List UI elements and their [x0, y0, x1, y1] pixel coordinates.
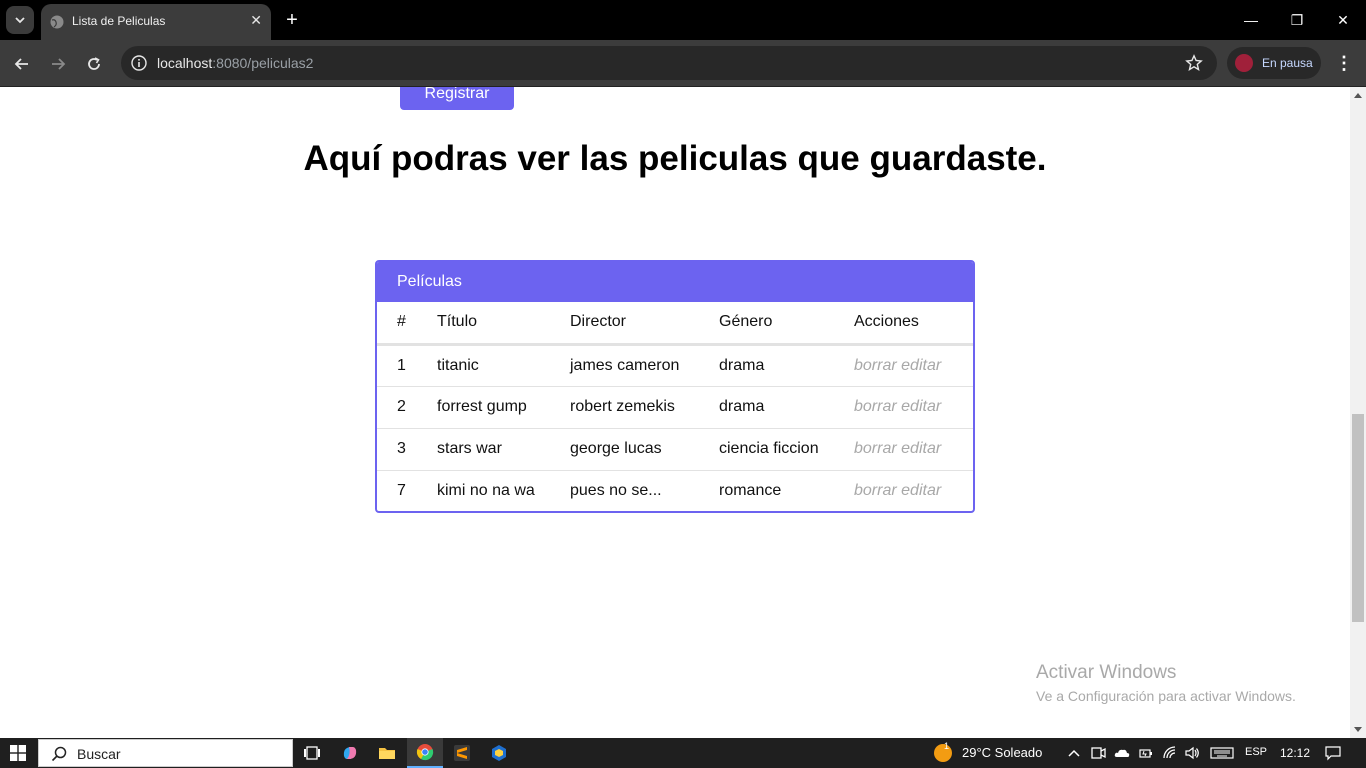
- battery-plug-icon[interactable]: [1138, 745, 1154, 761]
- site-info-icon[interactable]: [130, 54, 148, 72]
- row-director: robert zemekis: [550, 386, 699, 429]
- delete-link[interactable]: borrar: [854, 482, 897, 499]
- virtualbox-icon[interactable]: [481, 738, 517, 768]
- table-header-row: # Título Director Género Acciones: [377, 302, 973, 346]
- volume-icon[interactable]: [1184, 745, 1200, 761]
- search-placeholder: Buscar: [77, 746, 121, 762]
- close-window-button[interactable]: ✕: [1320, 0, 1366, 40]
- row-actions: borrar editar: [834, 344, 973, 387]
- edit-link[interactable]: editar: [901, 440, 941, 457]
- row-actions: borrar editar: [834, 470, 973, 511]
- delete-link[interactable]: borrar: [854, 357, 897, 374]
- column-header-genre: Género: [699, 302, 834, 346]
- sublime-text-icon[interactable]: [444, 738, 480, 768]
- tab-strip: Lista de Peliculas ✕ + — ❐ ✕: [0, 0, 1366, 40]
- avatar: [1235, 54, 1253, 72]
- url-text: localhost:8080/peliculas2: [157, 55, 314, 71]
- meet-icon[interactable]: [1090, 745, 1106, 761]
- movies-table: # Título Director Género Acciones 1 tita…: [377, 302, 973, 511]
- scroll-down-icon[interactable]: [1354, 727, 1362, 732]
- row-number: 2: [377, 386, 417, 429]
- windows-activation-watermark: Activar Windows Ve a Configuración para …: [1036, 662, 1296, 704]
- task-view-icon[interactable]: [294, 738, 330, 768]
- row-genre: romance: [719, 482, 782, 500]
- onedrive-icon[interactable]: [1114, 745, 1130, 761]
- weather-text[interactable]: 29°C Soleado: [962, 745, 1042, 760]
- tab-title: Lista de Peliculas: [72, 14, 166, 28]
- chevron-up-icon[interactable]: [1066, 745, 1082, 761]
- row-title: kimi no na wa: [437, 482, 535, 500]
- row-number: 1: [377, 344, 417, 387]
- watermark-subtitle: Ve a Configuración para activar Windows.: [1036, 688, 1296, 704]
- register-button[interactable]: Registrar: [400, 87, 514, 110]
- profile-status: En pausa: [1262, 56, 1313, 70]
- row-actions: borrar editar: [834, 428, 973, 471]
- row-actions: borrar editar: [834, 386, 973, 429]
- edit-link[interactable]: editar: [901, 398, 941, 415]
- browser-menu-icon[interactable]: ⋮: [1334, 52, 1354, 76]
- row-number: 7: [397, 482, 406, 500]
- table-row: 1 titanic james cameron drama borrar edi…: [377, 344, 973, 387]
- page-viewport: Registrar Aquí podras ver las peliculas …: [0, 87, 1350, 738]
- minimize-button[interactable]: —: [1228, 0, 1274, 40]
- table-row: 3 stars war george lucas ciencia ficcion…: [377, 428, 973, 471]
- weather-sun-icon[interactable]: [933, 743, 953, 763]
- row-director: pues no se...: [570, 482, 662, 500]
- tab-close-icon[interactable]: ✕: [250, 12, 262, 29]
- notifications-icon[interactable]: [1325, 745, 1341, 761]
- row-genre: ciencia ficcion: [699, 428, 834, 471]
- row-director: george lucas: [550, 428, 699, 471]
- row-genre: drama: [699, 386, 834, 429]
- new-tab-button[interactable]: +: [282, 8, 302, 32]
- language-indicator[interactable]: ESP: [1245, 746, 1267, 758]
- table-row: 7 kimi no na wa pues no se... romance bo…: [377, 470, 973, 511]
- column-header-title: Título: [417, 302, 550, 346]
- column-header-number: #: [377, 302, 417, 346]
- taskbar-search-input[interactable]: Buscar: [38, 739, 293, 767]
- row-number: 3: [377, 428, 417, 471]
- profile-button[interactable]: En pausa: [1227, 47, 1321, 79]
- column-header-director: Director: [550, 302, 699, 346]
- tab-peliculas[interactable]: Lista de Peliculas ✕: [41, 4, 271, 40]
- delete-link[interactable]: borrar: [854, 398, 897, 415]
- scroll-thumb[interactable]: [1352, 414, 1364, 622]
- row-director: james cameron: [550, 344, 699, 387]
- card-title: Películas: [377, 262, 973, 302]
- reload-icon[interactable]: [82, 52, 106, 76]
- wifi-icon[interactable]: [1162, 745, 1178, 761]
- tab-search-icon[interactable]: [6, 6, 34, 34]
- edit-link[interactable]: editar: [901, 482, 941, 499]
- forward-icon[interactable]: [46, 52, 70, 76]
- keyboard-icon[interactable]: [1210, 745, 1234, 761]
- movies-card: Películas # Título Director Género Accio…: [375, 260, 975, 513]
- edit-link[interactable]: editar: [901, 357, 941, 374]
- browser-toolbar: localhost:8080/peliculas2 En pausa ⋮: [0, 40, 1366, 87]
- page-title: Aquí podras ver las peliculas que guarda…: [303, 139, 1047, 178]
- clock[interactable]: 12:12: [1280, 746, 1310, 760]
- search-icon: [51, 746, 67, 762]
- globe-icon: [50, 15, 64, 29]
- back-icon[interactable]: [10, 52, 34, 76]
- weather-badge: 1: [944, 741, 950, 751]
- column-header-actions: Acciones: [834, 302, 973, 346]
- scroll-up-icon[interactable]: [1354, 93, 1362, 98]
- file-explorer-icon[interactable]: [369, 738, 405, 768]
- row-title: stars war: [417, 428, 550, 471]
- row-genre: drama: [699, 344, 834, 387]
- table-row: 2 forrest gump robert zemekis drama borr…: [377, 386, 973, 429]
- watermark-title: Activar Windows: [1036, 662, 1177, 683]
- row-title: titanic: [417, 344, 550, 387]
- chrome-taskbar-icon[interactable]: [407, 738, 443, 768]
- copilot-icon[interactable]: [332, 738, 368, 768]
- address-bar[interactable]: localhost:8080/peliculas2: [121, 46, 1217, 80]
- windows-start-icon[interactable]: [10, 745, 26, 761]
- row-title: forrest gump: [417, 386, 550, 429]
- windows-taskbar: Buscar 1 29°C Soleado ESP 12:12: [0, 738, 1366, 768]
- delete-link[interactable]: borrar: [854, 440, 897, 457]
- bookmark-star-icon[interactable]: [1185, 54, 1203, 72]
- page-scrollbar[interactable]: [1350, 87, 1366, 738]
- restore-button[interactable]: ❐: [1274, 0, 1320, 40]
